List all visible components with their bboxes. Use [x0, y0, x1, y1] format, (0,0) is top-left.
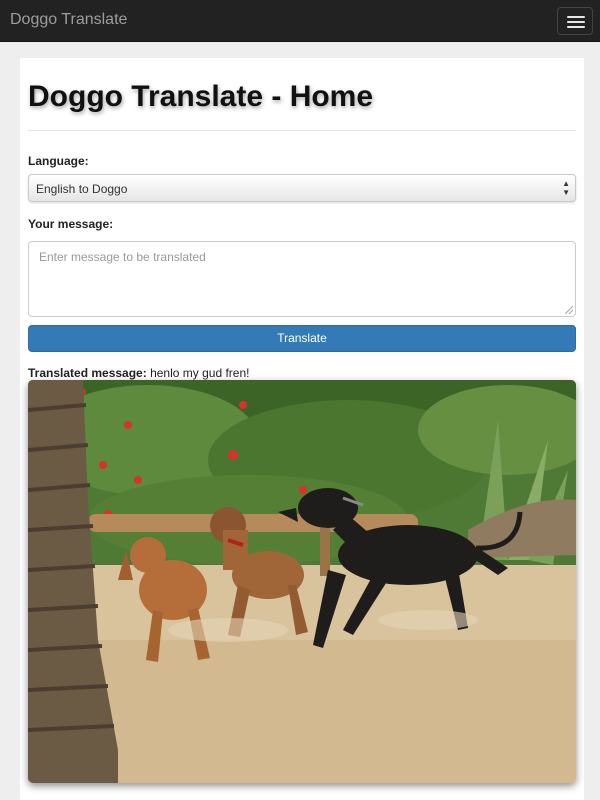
navbar-brand[interactable]: Doggo Translate [10, 11, 127, 29]
translate-button[interactable]: Translate [28, 325, 576, 352]
dog-photo-illustration [28, 380, 576, 783]
title-divider [28, 130, 576, 131]
language-select-value: English to Doggo [36, 182, 128, 196]
dogs-playing-photo [28, 380, 576, 783]
translated-message-label: Translated message: [28, 366, 147, 380]
main-panel: Doggo Translate - Home Language: English… [20, 58, 584, 800]
navbar: Doggo Translate [0, 0, 600, 42]
message-textarea[interactable]: Enter message to be translated [28, 241, 576, 317]
hamburger-menu-icon[interactable] [557, 7, 593, 35]
message-placeholder: Enter message to be translated [39, 250, 206, 264]
language-label: Language: [28, 154, 89, 168]
translated-message-text: henlo my gud fren! [150, 366, 250, 380]
resize-grip-icon[interactable] [565, 306, 573, 314]
select-arrows-icon: ▲ ▼ [562, 179, 570, 197]
language-select[interactable]: English to Doggo ▲ ▼ [28, 174, 576, 202]
page-title: Doggo Translate - Home [28, 80, 374, 113]
message-label: Your message: [28, 217, 114, 231]
translated-message: Translated message: henlo my gud fren! [28, 366, 249, 380]
